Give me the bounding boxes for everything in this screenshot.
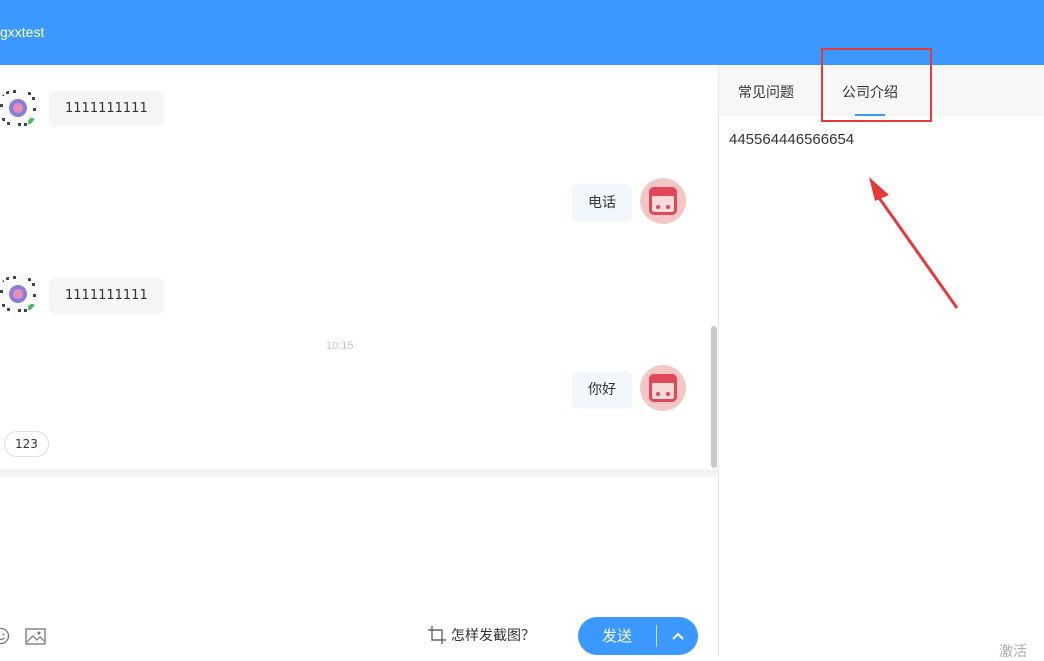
- send-button[interactable]: 发送: [578, 617, 656, 655]
- message-bubble: 1111111111: [49, 91, 164, 127]
- input-divider: [0, 469, 718, 477]
- user-avatar: [640, 178, 686, 224]
- tab-faq[interactable]: 常见问题: [738, 82, 794, 102]
- message-scrollbar[interactable]: [711, 326, 717, 468]
- send-button-group[interactable]: 发送: [578, 617, 698, 655]
- send-options-button[interactable]: [657, 617, 698, 655]
- online-status-dot: [27, 117, 37, 127]
- chat-title: gxxtest: [0, 24, 45, 40]
- company-intro-content: 445564446566654: [729, 131, 855, 148]
- crop-icon: [428, 626, 446, 644]
- image-icon[interactable]: [25, 628, 46, 649]
- message-bubble: 1111111111: [49, 278, 164, 314]
- annotation-highlight-box: [821, 48, 932, 122]
- message-timestamp: 10:15: [326, 340, 354, 352]
- online-status-dot: [27, 303, 37, 313]
- activation-watermark: 激活: [999, 644, 1027, 660]
- agent-avatar: [0, 88, 38, 128]
- side-panel: 常见问题 公司介绍 445564446566654 激活: [719, 48, 1044, 660]
- user-avatar: [640, 365, 686, 411]
- message-bubble: 电话: [572, 184, 632, 222]
- chevron-up-icon: [671, 632, 684, 640]
- annotation-arrow-icon: [869, 177, 959, 309]
- message-list[interactable]: 1111111111 电话 1111111111 10:15 你好 123: [0, 65, 718, 470]
- message-input[interactable]: 怎样发截图？ 发送: [0, 477, 718, 656]
- screenshot-help-label: 怎样发截图？: [451, 628, 535, 644]
- quick-reply-chip[interactable]: 123: [4, 431, 49, 457]
- emoji-icon[interactable]: [0, 627, 10, 649]
- message-bubble: 你好: [572, 371, 632, 409]
- screenshot-help-link[interactable]: 怎样发截图？: [427, 625, 535, 645]
- agent-avatar: [0, 274, 38, 314]
